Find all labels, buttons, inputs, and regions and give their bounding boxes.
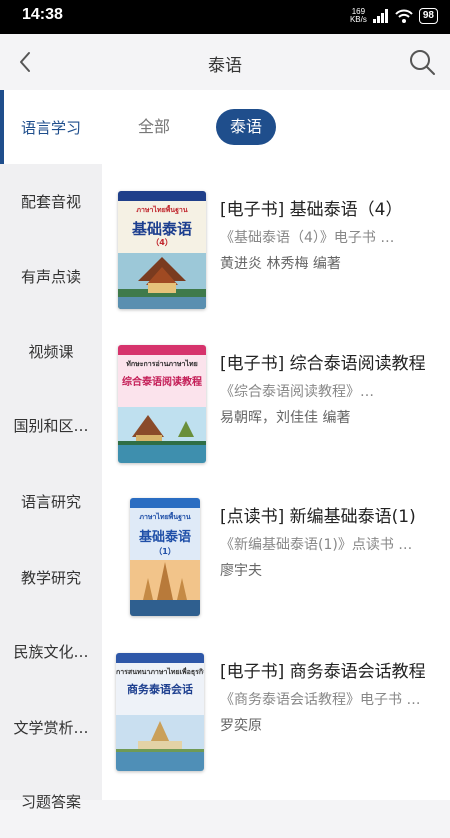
book-author: 易朝晖，刘佳佳 编著 xyxy=(220,410,351,426)
sidebar-item-literature[interactable]: 文学赏析… xyxy=(0,690,102,764)
book-title[interactable]: [电子书] 基础泰语（4） xyxy=(220,195,434,220)
temple-illustration xyxy=(118,407,206,463)
book-item[interactable]: ภาษาไทยพื้นฐาน 基础泰语 （1） [点读书] 新编基础泰语(1) … xyxy=(102,498,450,638)
cover-title: 商务泰语会话 xyxy=(127,683,193,696)
sidebar-item-label: 配套音视 xyxy=(20,192,81,211)
wifi-icon xyxy=(395,9,413,23)
cover-band xyxy=(118,345,206,355)
sidebar-item-audio-reading[interactable]: 有声点读 xyxy=(0,239,102,313)
cover-band xyxy=(130,498,200,508)
battery-indicator: 98 xyxy=(418,8,438,24)
sidebar-item-label: 教学研究 xyxy=(20,568,81,587)
cover-thai-text: การสนทนาภาษาไทยเพื่อธุรกิจ xyxy=(116,668,204,676)
filter-tab-all[interactable]: 全部 xyxy=(124,109,184,145)
book-cover[interactable]: ทักษะการอ่านภาษาไทย 综合泰语阅读教程 xyxy=(118,345,206,463)
sidebar-item-label: 国别和区… xyxy=(13,416,89,435)
temple-illustration xyxy=(116,715,204,771)
cover-thai-text: ภาษาไทยพื้นฐาน xyxy=(136,206,188,214)
sidebar-item-ethnic-culture[interactable]: 民族文化… xyxy=(0,614,102,688)
sidebar-item-label: 有声点读 xyxy=(20,267,81,286)
filter-bar: 全部 泰语 xyxy=(102,90,450,166)
header: 泰语 xyxy=(0,34,450,90)
book-title[interactable]: [电子书] 商务泰语会话教程 xyxy=(220,657,434,682)
sidebar-item-label: 文学赏析… xyxy=(13,718,89,737)
sidebar-item-exercise-answers[interactable]: 习题答案 xyxy=(0,764,102,838)
book-item[interactable]: ภาษาไทยพื้นฐาน 基础泰语 （4） [电子书] 基础泰语（4） 《基… xyxy=(102,191,450,331)
cover-thai-text: ทักษะการอ่านภาษาไทย xyxy=(126,360,198,368)
sidebar-item-teaching-research[interactable]: 教学研究 xyxy=(0,540,102,614)
cover-title: 综合泰语阅读教程 xyxy=(122,377,202,388)
cover-title: 基础泰语 xyxy=(131,220,192,238)
cover-band xyxy=(116,653,204,663)
sidebar-item-language-research[interactable]: 语言研究 xyxy=(0,464,102,538)
sidebar-item-audio-video[interactable]: 配套音视 xyxy=(0,164,102,238)
status-bar: 14:38 169 KB/s 98 xyxy=(0,0,450,34)
category-sidebar: 语言学习 配套音视 有声点读 视频课 国别和区… 语言研究 教学研究 民族文化…… xyxy=(0,90,102,811)
sidebar-item-label: 语言学习 xyxy=(20,118,81,137)
sidebar-item-label: 视频课 xyxy=(28,342,74,361)
sidebar-item-country-region[interactable]: 国别和区… xyxy=(0,388,102,462)
book-cover[interactable]: ภาษาไทยพื้นฐาน 基础泰语 （1） xyxy=(130,498,200,616)
sidebar-item-label: 语言研究 xyxy=(20,492,81,511)
sidebar-item-label: 习题答案 xyxy=(20,792,81,811)
filter-tab-thai[interactable]: 泰语 xyxy=(216,109,277,145)
cover-subtitle: （1） xyxy=(154,547,176,556)
book-description: 《基础泰语（4）》电子书 … xyxy=(220,230,395,246)
temple-illustration xyxy=(118,253,206,309)
cover-thai-text: ภาษาไทยพื้นฐาน xyxy=(139,513,191,521)
book-description: 《商务泰语会话教程》电子书 … xyxy=(220,692,421,708)
book-author: 罗奕原 xyxy=(220,718,262,734)
status-icons: 169 KB/s 98 xyxy=(350,8,438,24)
main-content: 全部 泰语 ภาษาไทยพื้นฐาน 基础泰语 （4） [电子书] 基础泰语… xyxy=(102,90,450,800)
network-speed-unit: KB/s xyxy=(349,15,367,24)
sidebar-item-language-learning[interactable]: 语言学习 xyxy=(0,90,102,164)
cover-band xyxy=(118,191,206,201)
temple-illustration xyxy=(130,560,200,616)
book-description: 《综合泰语阅读教程》… xyxy=(220,384,374,400)
search-icon[interactable] xyxy=(408,48,436,76)
status-time: 14:38 xyxy=(22,6,63,23)
book-title[interactable]: [电子书] 综合泰语阅读教程 xyxy=(220,349,434,374)
signal-icon xyxy=(372,9,388,23)
book-cover[interactable]: ภาษาไทยพื้นฐาน 基础泰语 （4） xyxy=(118,191,206,309)
book-item[interactable]: การสนทนาภาษาไทยเพื่อธุรกิจ 商务泰语会话 [电子书] … xyxy=(102,653,450,793)
network-speed: 169 KB/s xyxy=(350,8,367,24)
cover-subtitle: （4） xyxy=(151,238,173,247)
book-author: 黄进炎 林秀梅 编著 xyxy=(220,256,341,272)
book-item[interactable]: ทักษะการอ่านภาษาไทย 综合泰语阅读教程 [电子书] 综合泰语阅… xyxy=(102,345,450,485)
book-author: 廖宇夫 xyxy=(220,563,262,579)
cover-title: 基础泰语 xyxy=(138,530,191,545)
book-cover[interactable]: การสนทนาภาษาไทยเพื่อธุรกิจ 商务泰语会话 xyxy=(116,653,204,771)
book-title[interactable]: [点读书] 新编基础泰语(1) xyxy=(220,502,434,527)
sidebar-item-label: 民族文化… xyxy=(13,642,89,661)
book-description: 《新编基础泰语(1)》点读书 … xyxy=(220,537,413,553)
page-title: 泰语 xyxy=(208,56,242,76)
sidebar-item-video-course[interactable]: 视频课 xyxy=(0,314,102,388)
